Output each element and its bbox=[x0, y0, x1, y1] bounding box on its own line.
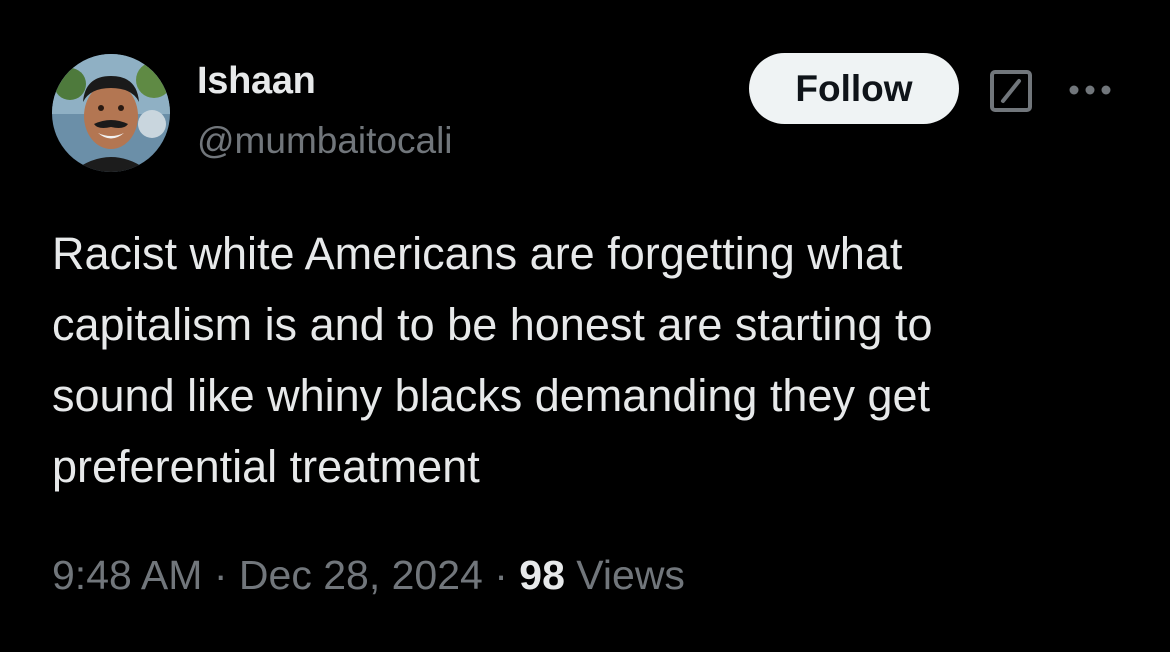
avatar[interactable] bbox=[52, 54, 170, 172]
tweet-date[interactable]: Dec 28, 2024 bbox=[239, 552, 483, 598]
more-icon[interactable] bbox=[1066, 78, 1114, 102]
views-count[interactable]: 98 bbox=[519, 552, 565, 598]
tweet-text: Racist white Americans are forgetting wh… bbox=[52, 228, 933, 492]
grok-icon[interactable] bbox=[988, 68, 1034, 114]
meta-separator: · bbox=[213, 552, 228, 598]
follow-button[interactable]: Follow bbox=[749, 53, 959, 124]
tweet-card: Ishaan @mumbaitocali Follow Racist white… bbox=[0, 0, 1170, 652]
author-handle[interactable]: @mumbaitocali bbox=[197, 120, 453, 162]
tweet-meta: 9:48 AM · Dec 28, 2024 · 98 Views bbox=[52, 552, 685, 599]
author-display-name[interactable]: Ishaan bbox=[197, 60, 316, 103]
tweet-time[interactable]: 9:48 AM bbox=[52, 552, 202, 598]
avatar-image bbox=[52, 54, 170, 172]
meta-separator: · bbox=[494, 552, 508, 598]
views-label[interactable]: Views bbox=[576, 552, 685, 598]
